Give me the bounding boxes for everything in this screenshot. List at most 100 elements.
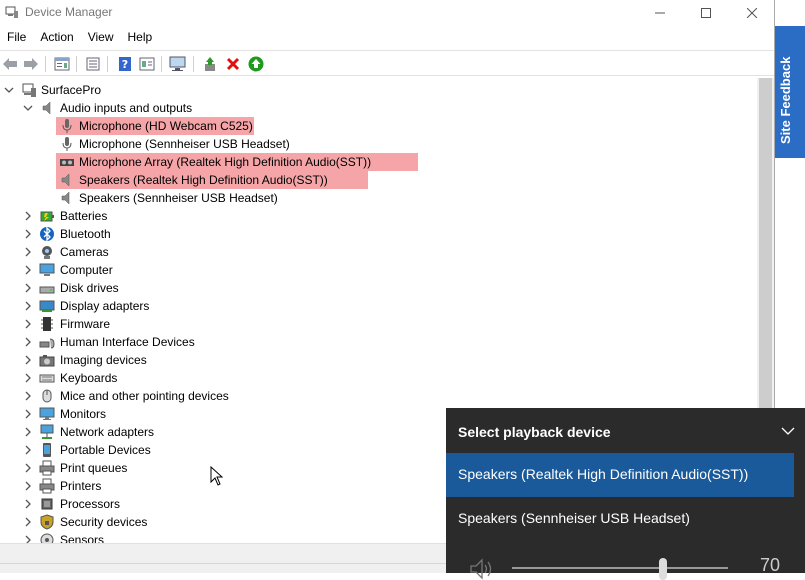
- tree-category-row[interactable]: Disk drives: [0, 279, 757, 297]
- chevron-right-icon[interactable]: [23, 247, 33, 257]
- properties-button[interactable]: [53, 55, 71, 73]
- forward-button[interactable]: [22, 55, 40, 73]
- camera-icon: [42, 246, 52, 259]
- chevron-down-icon[interactable]: [781, 426, 795, 436]
- maximize-button[interactable]: [683, 0, 729, 26]
- tree-category-label: Printers: [60, 479, 102, 493]
- tree-category-row[interactable]: Computer: [0, 261, 757, 279]
- printer-icon: [39, 460, 55, 476]
- enable-device-button[interactable]: [247, 55, 265, 73]
- scan-hardware-button[interactable]: [169, 55, 187, 73]
- tree-category-row[interactable]: Cameras: [0, 243, 757, 261]
- tree-category-row[interactable]: Bluetooth: [0, 225, 757, 243]
- minimize-button[interactable]: [637, 0, 683, 26]
- menu-help[interactable]: Help: [121, 28, 160, 48]
- tree-category-label: Display adapters: [60, 299, 150, 313]
- chevron-right-icon[interactable]: [23, 355, 33, 365]
- chevron-down-icon[interactable]: [23, 103, 33, 113]
- audio-device-row[interactable]: Microphone (HD Webcam C525): [0, 117, 757, 135]
- tree-category-row[interactable]: Batteries: [0, 207, 757, 225]
- hid-icon: [39, 338, 55, 349]
- firmware-icon: [41, 317, 53, 331]
- chevron-right-icon[interactable]: [23, 283, 33, 293]
- enable-icon: [248, 56, 264, 72]
- playback-device-flyout: Select playback device Speakers (Realtek…: [446, 408, 805, 580]
- chevron-right-icon[interactable]: [23, 445, 33, 455]
- printer-icon: [39, 478, 55, 494]
- chevron-right-icon[interactable]: [23, 391, 33, 401]
- chevron-right-icon[interactable]: [23, 517, 33, 527]
- tree-category-row[interactable]: Display adapters: [0, 297, 757, 315]
- audio-device-row[interactable]: Microphone (Sennheiser USB Headset): [0, 135, 757, 153]
- close-button[interactable]: [729, 0, 775, 26]
- chevron-right-icon[interactable]: [23, 535, 33, 543]
- audio-device-label: Speakers (Sennheiser USB Headset): [79, 191, 278, 205]
- help-button[interactable]: ?: [116, 55, 134, 73]
- computer-icon: [39, 263, 55, 276]
- chevron-down-icon[interactable]: [4, 85, 14, 95]
- tree-category-label: Monitors: [60, 407, 107, 421]
- back-icon: [3, 58, 17, 70]
- scrollbar-thumb[interactable]: [759, 78, 772, 408]
- audio-device-row[interactable]: Microphone Array (Realtek High Definitio…: [0, 153, 757, 171]
- chevron-right-icon[interactable]: [23, 337, 33, 347]
- chevron-right-icon[interactable]: [23, 427, 33, 437]
- computer-icon: [22, 83, 36, 97]
- chevron-right-icon[interactable]: [23, 409, 33, 419]
- tree-category-row[interactable]: Imaging devices: [0, 351, 757, 369]
- chevron-right-icon[interactable]: [23, 265, 33, 275]
- menu-view[interactable]: View: [81, 28, 121, 48]
- playback-option-sennheiser[interactable]: Speakers (Sennheiser USB Headset): [446, 497, 794, 541]
- tree-category-label: Print queues: [60, 461, 128, 475]
- tree-category-label: Processors: [60, 497, 121, 511]
- sensor-icon: [40, 533, 54, 543]
- tree-category-row[interactable]: Firmware: [0, 315, 757, 333]
- chevron-right-icon[interactable]: [23, 481, 33, 491]
- audio-device-label: Speakers (Realtek High Definition Audio(…: [79, 173, 328, 187]
- volume-slider-thumb[interactable]: [659, 558, 668, 580]
- tree-category-label: Security devices: [60, 515, 148, 529]
- audio-device-row[interactable]: Speakers (Realtek High Definition Audio(…: [0, 171, 757, 189]
- tree-root[interactable]: SurfacePro: [0, 81, 757, 99]
- mouse-icon: [42, 389, 52, 403]
- monitor-icon: [39, 407, 55, 420]
- svg-text:?: ?: [122, 58, 128, 71]
- tree-category-label: Batteries: [60, 209, 108, 223]
- tree-category-label: Disk drives: [60, 281, 119, 295]
- speaker-icon: [61, 173, 70, 187]
- chevron-right-icon[interactable]: [23, 229, 33, 239]
- audio-device-label: Microphone Array (Realtek High Definitio…: [79, 155, 372, 169]
- menu-file[interactable]: File: [0, 28, 33, 48]
- forward-icon: [24, 58, 38, 70]
- device-manager-icon: [5, 6, 18, 18]
- chevron-right-icon[interactable]: [23, 373, 33, 383]
- audio-device-row[interactable]: Speakers (Sennheiser USB Headset): [0, 189, 757, 207]
- update-driver-button[interactable]: [201, 55, 219, 73]
- chevron-right-icon[interactable]: [23, 463, 33, 473]
- show-hidden-button[interactable]: [84, 55, 102, 73]
- chevron-right-icon[interactable]: [23, 319, 33, 329]
- uninstall-icon: [226, 57, 240, 71]
- chevron-right-icon[interactable]: [23, 211, 33, 221]
- chevron-right-icon[interactable]: [23, 499, 33, 509]
- tree-category-label: Imaging devices: [60, 353, 147, 367]
- volume-icon[interactable]: [469, 558, 495, 580]
- uninstall-button[interactable]: [224, 55, 242, 73]
- update-driver-icon: [205, 57, 215, 71]
- playback-option-realtek[interactable]: Speakers (Realtek High Definition Audio(…: [446, 453, 794, 497]
- chevron-right-icon[interactable]: [23, 301, 33, 311]
- close-icon: [747, 8, 757, 18]
- details-button[interactable]: [138, 55, 156, 73]
- audio-device-label: Microphone (Sennheiser USB Headset): [79, 137, 290, 151]
- tree-category-row[interactable]: Mice and other pointing devices: [0, 387, 757, 405]
- tree-category-row[interactable]: Human Interface Devices: [0, 333, 757, 351]
- microphone-icon: [62, 137, 72, 151]
- tree-item-audio-inputs-and-outputs[interactable]: Audio inputs and outputs: [0, 99, 757, 117]
- microphone-array-icon: [60, 159, 74, 166]
- menu-action[interactable]: Action: [33, 28, 80, 48]
- back-button[interactable]: [1, 55, 19, 73]
- tree-category-row[interactable]: Keyboards: [0, 369, 757, 387]
- volume-slider-track[interactable]: [512, 567, 728, 569]
- site-feedback-tab[interactable]: Site Feedback: [775, 26, 805, 158]
- microphone-icon: [62, 119, 72, 133]
